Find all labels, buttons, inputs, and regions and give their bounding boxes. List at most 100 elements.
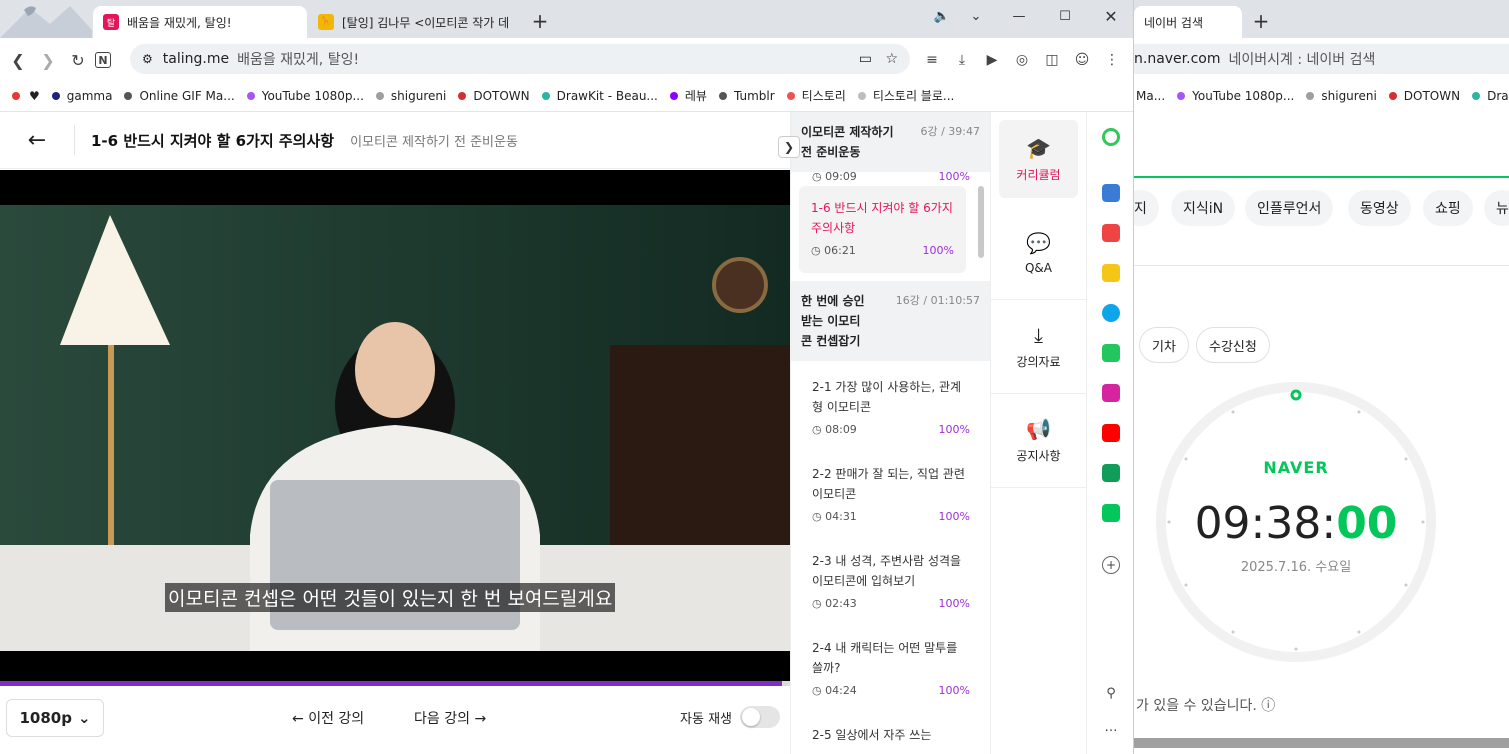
- download-icon[interactable]: ⤓: [950, 48, 974, 72]
- bookmark-item[interactable]: Ma...: [1136, 89, 1165, 103]
- tab-lecture[interactable]: 🦒 [탈잉] 김나무 <이모티콘 작가 데: [308, 6, 523, 38]
- tab-title: 배움을 재밌게, 탈잉!: [127, 15, 232, 30]
- taling-window: 탈 배움을 재밌게, 탈잉! 🦒 [탈잉] 김나무 <이모티콘 작가 데 + 🔈…: [0, 0, 1134, 754]
- minimize-button[interactable]: —: [996, 0, 1042, 32]
- clock-notice: 가 있을 수 있습니다. ⓘ: [1136, 698, 1276, 714]
- bookmark-item[interactable]: 레뷰: [669, 87, 707, 104]
- reading-list-icon[interactable]: ≡: [920, 48, 944, 72]
- section-header[interactable]: 한 번에 승인받는 이모티콘 컨셉잡기 16강 / 01:10:57: [791, 281, 990, 361]
- video-player[interactable]: 이모티콘 컨셉은 어떤 것들이 있는지 한 번 보여드릴게요: [0, 170, 790, 682]
- search-tab-chip[interactable]: 쇼핑: [1423, 190, 1473, 226]
- bookmark-star-icon[interactable]: ☆: [885, 51, 898, 67]
- list-item[interactable]: 2-3 내 성격, 주변사람 성격을 이모티콘에 입혀보기 ◷ 02:43 100…: [791, 539, 990, 626]
- site-info-icon[interactable]: ⚙: [142, 52, 153, 66]
- curriculum-scrollbar[interactable]: [978, 186, 984, 258]
- close-window-button[interactable]: ✕: [1088, 0, 1133, 32]
- quality-select[interactable]: 1080p ⌄: [6, 699, 104, 737]
- megaphone-icon: 📢: [1026, 417, 1051, 441]
- forward-icon[interactable]: ❯: [36, 48, 60, 72]
- list-item[interactable]: 2-1 가장 많이 사용하는, 관계형 이모티콘 ◷ 08:09 100%: [791, 361, 990, 452]
- bookmark-item[interactable]: gamma: [51, 89, 112, 103]
- pin-icon[interactable]: ⚲: [1102, 686, 1120, 704]
- bookmark-item[interactable]: YouTube 1080p...: [1177, 89, 1294, 103]
- bookmark-item[interactable]: 티스토리: [786, 87, 846, 104]
- bookmark-item[interactable]: DrawKit - Beau...: [541, 89, 658, 103]
- edge-icon[interactable]: [1102, 304, 1120, 322]
- list-item[interactable]: ◷ 09:09 100%: [791, 164, 990, 186]
- star-icon[interactable]: [1102, 264, 1120, 282]
- list-item[interactable]: 2-4 내 캐릭터는 어떤 말투를 쓸까? ◷ 04:24 100%: [791, 626, 990, 713]
- search-tab-chip[interactable]: 지: [1134, 190, 1159, 226]
- section-header[interactable]: 이모티콘 제작하기 전 준비운동 6강 / 39:47: [791, 112, 990, 172]
- menu-qna[interactable]: 💬 Q&A: [991, 206, 1086, 300]
- prev-lecture-button[interactable]: ← 이전 강의: [292, 708, 364, 728]
- maximize-button[interactable]: ☐: [1042, 0, 1088, 32]
- more-icon[interactable]: …: [1102, 720, 1120, 738]
- search-tab-chip[interactable]: 지식iN: [1171, 190, 1236, 226]
- naver-cart-icon[interactable]: [1102, 504, 1120, 522]
- side-menu: 🎓 커리큘럼 💬 Q&A ⤓ 강의자료 📢 공지사항: [990, 112, 1086, 754]
- instagram-icon[interactable]: [1102, 384, 1120, 402]
- video-caption: 이모티콘 컨셉은 어떤 것들이 있는지 한 번 보여드릴게요: [165, 583, 616, 612]
- reload-icon[interactable]: ↻: [66, 48, 90, 72]
- autoplay-control: 자동 재생: [680, 706, 780, 728]
- youtube-icon[interactable]: [1102, 424, 1120, 442]
- bookmark-item[interactable]: DOTOWN: [458, 89, 530, 103]
- webtoon-icon[interactable]: [1102, 344, 1120, 362]
- bookmark-item[interactable]: [12, 91, 27, 100]
- bookmark-item[interactable]: Online GIF Ma...: [124, 89, 235, 103]
- naver-tab[interactable]: 네이버 검색: [1134, 6, 1242, 38]
- shopping-icon[interactable]: [1102, 184, 1120, 202]
- lecture-title: 1-6 반드시 지켜야 할 6가지 주의사항: [91, 131, 335, 150]
- collapse-panel-button[interactable]: ❯: [778, 136, 800, 158]
- new-tab-button[interactable]: +: [527, 9, 553, 33]
- cast-icon[interactable]: ▭: [859, 51, 872, 67]
- pocket-icon[interactable]: [1102, 224, 1120, 242]
- profile-icon[interactable]: ☺: [1070, 48, 1094, 72]
- n-extension-icon[interactable]: N: [95, 52, 111, 68]
- chevron-down-icon[interactable]: ⌄: [956, 0, 996, 32]
- back-arrow-icon[interactable]: ←: [0, 125, 75, 155]
- clock-date: 2025.7.16. 수요일: [1240, 560, 1352, 575]
- back-icon[interactable]: ❮: [6, 48, 30, 72]
- bookmark-item[interactable]: DOTOWN: [1388, 89, 1460, 103]
- stock-icon[interactable]: [1102, 464, 1120, 482]
- bookmark-item[interactable]: shigureni: [1306, 89, 1377, 103]
- graduation-cap-icon: 🎓: [1026, 135, 1051, 160]
- split-view-icon[interactable]: ◫: [1040, 48, 1064, 72]
- menu-notice[interactable]: 📢 공지사항: [991, 394, 1086, 488]
- new-tab-button[interactable]: +: [1248, 9, 1274, 33]
- url-input[interactable]: ⚙ taling.me 배움을 재밌게, 탈잉! ▭ ☆: [130, 44, 910, 74]
- active-lesson[interactable]: 1-6 반드시 지켜야 할 6가지 주의사항 ◷ 06:21 100%: [799, 186, 966, 273]
- chevron-down-icon: ⌄: [77, 709, 91, 727]
- search-tab-chip[interactable]: 인플루언서: [1245, 190, 1334, 226]
- lesson-title: 1-6 반드시 지켜야 할 6가지 주의사항: [811, 201, 953, 235]
- giraffe-favicon-icon: 🦒: [318, 14, 334, 30]
- menu-materials[interactable]: ⤓ 강의자료: [991, 300, 1086, 394]
- url-host: taling.me: [162, 51, 230, 67]
- tab-taling-home[interactable]: 탈 배움을 재밌게, 탈잉!: [93, 6, 307, 38]
- bookmark-item[interactable]: DrawK: [1472, 89, 1509, 103]
- add-icon[interactable]: +: [1102, 556, 1120, 574]
- next-lecture-button[interactable]: 다음 강의 →: [414, 708, 486, 728]
- bookmark-item[interactable]: ♥: [29, 89, 40, 103]
- video-icon[interactable]: ▶: [980, 48, 1004, 72]
- copilot-icon[interactable]: [1102, 128, 1120, 146]
- bookmark-item[interactable]: shigureni: [375, 89, 446, 103]
- related-chip[interactable]: 기차: [1139, 327, 1189, 363]
- naver-logo: NAVER: [1263, 458, 1329, 477]
- search-tab-chip[interactable]: 동영상: [1348, 190, 1411, 226]
- autoplay-toggle[interactable]: [740, 706, 780, 728]
- screenshot-icon[interactable]: ◎: [1010, 48, 1034, 72]
- search-tab-chip[interactable]: 뉴: [1484, 190, 1509, 226]
- menu-curriculum[interactable]: 🎓 커리큘럼: [999, 120, 1078, 198]
- list-item[interactable]: 2-5 일상에서 자주 쓰는: [791, 713, 990, 754]
- bookmark-item[interactable]: Tumblr: [718, 89, 775, 103]
- bookmark-item[interactable]: YouTube 1080p...: [246, 89, 364, 103]
- bookmark-item[interactable]: 티스토리 블로...: [857, 87, 954, 104]
- related-chip[interactable]: 수강신청: [1196, 327, 1270, 363]
- list-item[interactable]: 2-2 판매가 잘 되는, 직업 관련 이모티콘 ◷ 04:31 100%: [791, 452, 990, 539]
- horizontal-scrollbar[interactable]: [1134, 738, 1509, 748]
- menu-icon[interactable]: ⋮: [1100, 48, 1124, 72]
- naver-address-bar[interactable]: n.naver.com 네이버시계 : 네이버 검색: [1134, 38, 1509, 80]
